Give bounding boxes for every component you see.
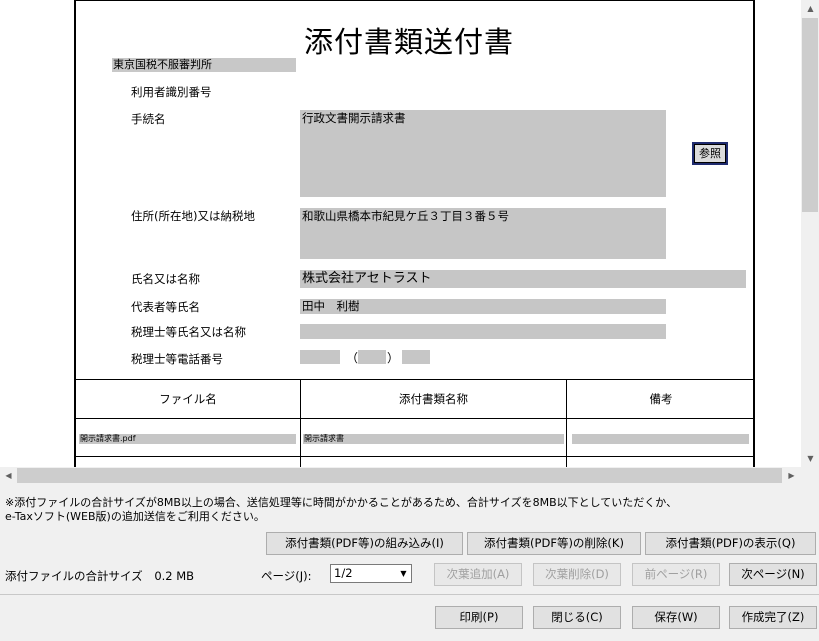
delete-attachment-button[interactable]: 添付書類(PDF等)の削除(K) [467, 532, 641, 555]
show-attachment-button[interactable]: 添付書類(PDF)の表示(Q) [645, 532, 816, 555]
tax-accountant-label: 税理士等氏名又は名称 [131, 325, 246, 339]
attachment-file-table: ファイル名 添付書類名称 備考 開示請求書.pdf 開示請求書 [76, 379, 755, 467]
column-header-attachment-name: 添付書類名称 [399, 392, 468, 406]
address-field[interactable]: 和歌山県橋本市紀見ケ丘３丁目３番５号 [300, 208, 666, 259]
right-arrow-icon[interactable]: ▶ [783, 467, 800, 484]
column-header-note: 備考 [649, 392, 673, 406]
phone-area-code-field[interactable] [300, 350, 340, 364]
scrollbar-corner [801, 467, 819, 484]
attachment-cover-sheet: 添付書類送付書 東京国税不服審判所 利用者識別番号 手続名 行政文書開示請求書 … [74, 0, 755, 467]
next-page-button[interactable]: 次ページ(N) [729, 563, 817, 586]
header-divider [76, 418, 755, 419]
delete-next-sheet-button[interactable]: 次葉削除(D) [533, 563, 621, 586]
horizontal-scroll-thumb[interactable] [17, 468, 782, 483]
reference-button[interactable]: 参照 [692, 142, 728, 165]
vertical-scrollbar[interactable]: ▲ ▼ [801, 0, 819, 467]
divider [0, 594, 819, 595]
column-divider [566, 380, 567, 467]
down-arrow-icon[interactable]: ▼ [802, 450, 819, 467]
reference-button-label: 参照 [694, 144, 726, 163]
total-size-label: 添付ファイルの合計サイズ [5, 569, 143, 583]
tax-accountant-phone-label: 税理士等電話番号 [131, 352, 223, 366]
name-label: 氏名又は名称 [131, 272, 200, 286]
file-name-cell[interactable]: 開示請求書.pdf [79, 434, 296, 444]
save-button[interactable]: 保存(W) [632, 606, 720, 629]
column-divider [300, 380, 301, 467]
document-title: 添付書類送付書 [304, 25, 515, 59]
left-arrow-icon[interactable]: ◀ [0, 467, 17, 484]
add-next-sheet-button[interactable]: 次葉追加(A) [434, 563, 522, 586]
phone-local-code-field[interactable] [358, 350, 386, 364]
vertical-scroll-thumb[interactable] [802, 18, 818, 212]
tax-accountant-field[interactable] [300, 324, 666, 339]
attachment-name-cell[interactable]: 開示請求書 [303, 434, 564, 444]
total-size-value: 0.2 MB [154, 569, 195, 583]
procedure-label: 手続名 [131, 112, 166, 126]
phone-close-paren: ） [387, 351, 400, 365]
size-notice-line2: e-Taxソフト(WEB版)の追加送信をご利用ください。 [5, 510, 265, 523]
row-divider [76, 456, 755, 457]
chevron-down-icon[interactable]: ▼ [396, 565, 411, 582]
column-header-file-name: ファイル名 [159, 392, 217, 406]
name-field[interactable]: 株式会社アセトラスト [300, 270, 746, 288]
page-select[interactable]: 1/2 ▼ [330, 564, 412, 583]
close-button[interactable]: 閉じる(C) [533, 606, 621, 629]
user-id-field[interactable] [290, 80, 420, 96]
horizontal-scrollbar[interactable]: ◀ ▶ [0, 467, 801, 484]
user-id-label: 利用者識別番号 [131, 85, 212, 99]
size-notice-line1: ※添付ファイルの合計サイズが8MB以上の場合、送信処理等に時間がかかることがある… [5, 496, 678, 509]
previous-page-button[interactable]: 前ページ(R) [632, 563, 720, 586]
representative-field[interactable]: 田中 利樹 [300, 299, 666, 314]
procedure-field[interactable]: 行政文書開示請求書 [300, 110, 666, 197]
embed-attachment-button[interactable]: 添付書類(PDF等)の組み込み(I) [266, 532, 463, 555]
page-label: ページ(J): [261, 569, 312, 583]
representative-label: 代表者等氏名 [131, 300, 200, 314]
document-viewport[interactable]: 添付書類送付書 東京国税不服審判所 利用者識別番号 手続名 行政文書開示請求書 … [0, 0, 801, 467]
phone-number-field[interactable] [402, 350, 430, 364]
page-select-value: 1/2 [334, 566, 353, 580]
phone-open-paren: （ [346, 351, 359, 365]
address-label: 住所(所在地)又は納税地 [131, 209, 255, 223]
complete-button[interactable]: 作成完了(Z) [729, 606, 817, 629]
size-notice: ※添付ファイルの合計サイズが8MB以上の場合、送信処理等に時間がかかることがある… [5, 496, 805, 524]
note-cell[interactable] [572, 434, 749, 444]
tax-office-field[interactable]: 東京国税不服審判所 [112, 58, 296, 72]
total-size: 添付ファイルの合計サイズ 0.2 MB [5, 568, 194, 584]
up-arrow-icon[interactable]: ▲ [802, 0, 819, 17]
print-button[interactable]: 印刷(P) [435, 606, 523, 629]
